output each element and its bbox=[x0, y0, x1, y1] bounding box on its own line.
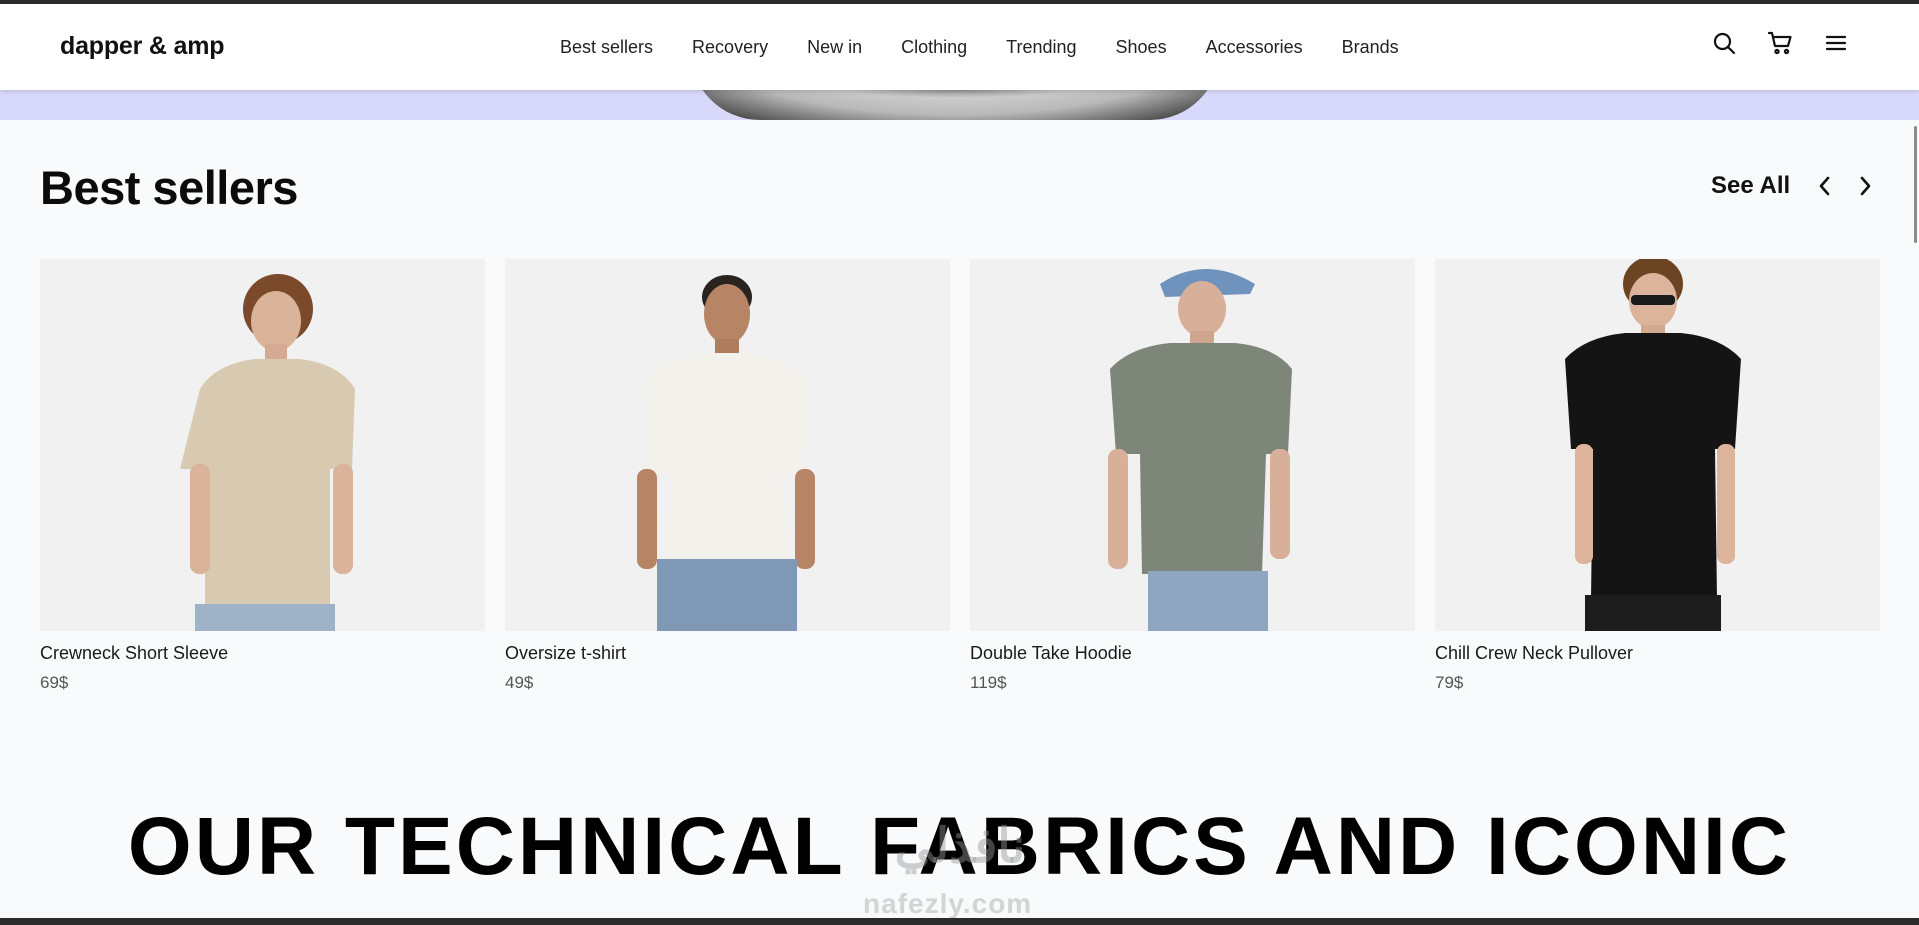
watermark-text: nafezly.com bbox=[863, 888, 1033, 919]
product-card[interactable]: Crewneck Short Sleeve 69$ bbox=[40, 259, 485, 693]
chevron-left-icon bbox=[1819, 176, 1830, 196]
product-name[interactable]: Double Take Hoodie bbox=[970, 643, 1415, 664]
window-bottom-border bbox=[0, 918, 1919, 925]
nav-item-new-in[interactable]: New in bbox=[807, 37, 862, 58]
nav-item-best-sellers[interactable]: Best sellers bbox=[560, 37, 653, 58]
product-name[interactable]: Crewneck Short Sleeve bbox=[40, 643, 485, 664]
chevron-right-icon bbox=[1860, 176, 1871, 196]
section-title: Best sellers bbox=[40, 161, 298, 214]
menu-icon[interactable] bbox=[1823, 30, 1849, 56]
product-price: 119$ bbox=[970, 673, 1007, 692]
page-scrollbar[interactable] bbox=[1914, 126, 1917, 243]
carousel-prev-button[interactable] bbox=[1812, 173, 1838, 199]
header-actions bbox=[1711, 30, 1849, 56]
product-price: 79$ bbox=[1435, 673, 1464, 692]
model-photo bbox=[1565, 259, 1741, 631]
product-price: 69$ bbox=[40, 673, 69, 692]
product-card[interactable]: Oversize t-shirt 49$ bbox=[505, 259, 950, 693]
main-nav: Best sellers Recovery New in Clothing Tr… bbox=[560, 37, 1399, 58]
product-card[interactable]: Double Take Hoodie 119$ bbox=[970, 259, 1415, 693]
product-image[interactable] bbox=[970, 259, 1415, 631]
product-price: 49$ bbox=[505, 673, 534, 692]
carousel-next-button[interactable] bbox=[1852, 173, 1878, 199]
product-name[interactable]: Oversize t-shirt bbox=[505, 643, 950, 664]
model-photo bbox=[637, 275, 815, 631]
nav-item-clothing[interactable]: Clothing bbox=[901, 37, 967, 58]
site-logo[interactable]: dapper & amp bbox=[60, 32, 225, 61]
cart-icon[interactable] bbox=[1767, 30, 1793, 56]
product-image[interactable] bbox=[505, 259, 950, 631]
search-icon[interactable] bbox=[1711, 30, 1737, 56]
site-header: dapper & amp Best sellers Recovery New i… bbox=[0, 4, 1919, 90]
see-all-link[interactable]: See All bbox=[1711, 172, 1790, 200]
product-card[interactable]: Chill Crew Neck Pullover 79$ bbox=[1435, 259, 1880, 693]
hero-image bbox=[690, 90, 1220, 120]
nav-item-recovery[interactable]: Recovery bbox=[692, 37, 768, 58]
watermark-logo: نافذلي bbox=[894, 820, 1026, 873]
nav-item-shoes[interactable]: Shoes bbox=[1116, 37, 1167, 58]
nav-item-accessories[interactable]: Accessories bbox=[1206, 37, 1303, 58]
product-image[interactable] bbox=[40, 259, 485, 631]
model-photo bbox=[1108, 269, 1292, 631]
product-name[interactable]: Chill Crew Neck Pullover bbox=[1435, 643, 1880, 664]
nav-item-trending[interactable]: Trending bbox=[1006, 37, 1076, 58]
nav-item-brands[interactable]: Brands bbox=[1342, 37, 1399, 58]
hero-banner-bottom bbox=[0, 90, 1919, 120]
model-photo bbox=[180, 274, 355, 631]
product-image[interactable] bbox=[1435, 259, 1880, 631]
